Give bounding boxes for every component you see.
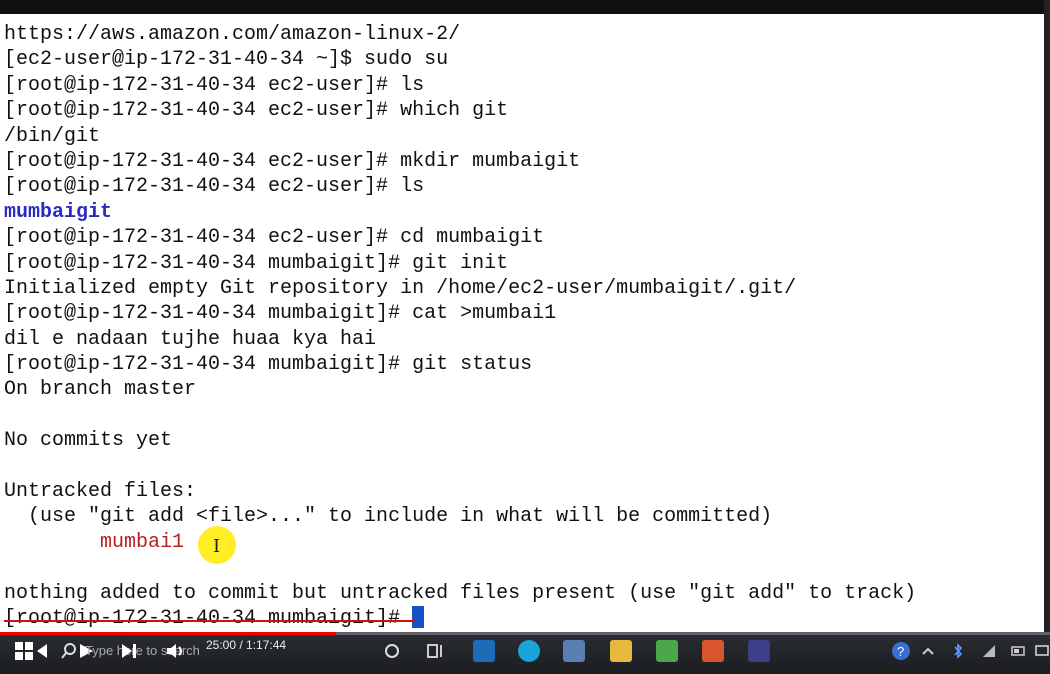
- task-view-icon[interactable]: [424, 632, 446, 670]
- line-text: (use "git add <file>..." to include in w…: [4, 505, 773, 529]
- terminal-line: nothing added to commit but untracked fi…: [4, 581, 916, 606]
- terminal-line: (use "git add <file>..." to include in w…: [4, 504, 916, 529]
- terminal-output: https://aws.amazon.com/amazon-linux-2/[e…: [4, 22, 916, 631]
- line-text: On branch master: [4, 378, 197, 402]
- help-icon[interactable]: ?: [888, 632, 914, 670]
- red-strike-annotation: [4, 620, 416, 622]
- wifi-icon[interactable]: [980, 632, 998, 670]
- untracked-file: mumbai1: [4, 530, 185, 554]
- chevron-up-icon[interactable]: [920, 632, 936, 670]
- line-text: No commits yet: [4, 429, 173, 453]
- bluetooth-icon[interactable]: [950, 632, 966, 670]
- line-text: /bin/git: [4, 124, 101, 148]
- terminal-line: [root@ip-172-31-40-34 mumbaigit]# git in…: [4, 251, 916, 276]
- line-text: [root@ip-172-31-40-34 mumbaigit]# cat >m…: [4, 302, 557, 326]
- app2-icon[interactable]: [562, 632, 586, 670]
- terminal-window[interactable]: https://aws.amazon.com/amazon-linux-2/[e…: [0, 0, 1050, 632]
- line-text: Initialized empty Git repository in /hom…: [4, 276, 797, 300]
- svg-text:?: ?: [897, 644, 904, 659]
- terminal-line: [root@ip-172-31-40-34 ec2-user]# ls: [4, 174, 916, 199]
- line-text: [root@ip-172-31-40-34 ec2-user]# which g…: [4, 99, 509, 123]
- terminal-top-bar: [0, 0, 1050, 14]
- battery-icon[interactable]: [1010, 632, 1028, 670]
- terminal-cursor: [412, 605, 425, 628]
- line-text: [root@ip-172-31-40-34 mumbaigit]# git in…: [4, 251, 509, 275]
- line-text: Untracked files:: [4, 480, 197, 504]
- terminal-line: /bin/git: [4, 124, 916, 149]
- terminal-line: dil e nadaan tujhe huaa kya hai: [4, 327, 916, 352]
- line-text: [ec2-user@ip-172-31-40-34 ~]$ sudo su: [4, 48, 449, 72]
- terminal-line: mumbaigit: [4, 200, 916, 225]
- line-text: dil e nadaan tujhe huaa kya hai: [4, 327, 377, 351]
- line-text: [root@ip-172-31-40-34 ec2-user]# ls: [4, 73, 425, 97]
- next-icon[interactable]: [118, 632, 140, 670]
- text-cursor-icon: I: [213, 536, 221, 557]
- network-app-icon[interactable]: [746, 632, 772, 670]
- prompt-line[interactable]: [root@ip-172-31-40-34 mumbaigit]#: [4, 605, 916, 631]
- edge-icon[interactable]: [516, 632, 542, 670]
- red-app-icon[interactable]: [700, 632, 726, 670]
- volume-icon[interactable]: [164, 632, 188, 670]
- window-edge: [1044, 0, 1050, 632]
- terminal-line: [ec2-user@ip-172-31-40-34 ~]$ sudo su: [4, 47, 916, 72]
- terminal-line: [root@ip-172-31-40-34 ec2-user]# cd mumb…: [4, 225, 916, 250]
- terminal-line: On branch master: [4, 377, 916, 402]
- terminal-line: [root@ip-172-31-40-34 ec2-user]# mkdir m…: [4, 149, 916, 174]
- terminal-line: Initialized empty Git repository in /hom…: [4, 276, 916, 301]
- line-text: [root@ip-172-31-40-34 mumbaigit]# git st…: [4, 353, 533, 377]
- prompt-text: [root@ip-172-31-40-34 mumbaigit]#: [4, 606, 413, 630]
- terminal-line: Untracked files:: [4, 479, 916, 504]
- terminal-line: No commits yet: [4, 428, 916, 453]
- terminal-line: https://aws.amazon.com/amazon-linux-2/: [4, 22, 916, 47]
- line-text: [root@ip-172-31-40-34 ec2-user]# ls: [4, 175, 425, 199]
- line-text: https://aws.amazon.com/amazon-linux-2/: [4, 23, 461, 46]
- file-explorer-icon[interactable]: [608, 632, 634, 670]
- cortana-icon[interactable]: [382, 632, 402, 670]
- directory-name: mumbaigit: [4, 200, 113, 224]
- line-text: nothing added to commit but untracked fi…: [4, 581, 917, 605]
- terminal-line: mumbai1: [4, 530, 916, 555]
- line-text: [root@ip-172-31-40-34 ec2-user]# cd mumb…: [4, 226, 545, 250]
- green-app-icon[interactable]: [654, 632, 680, 670]
- video-time: 25:00 / 1:17:44: [206, 638, 287, 652]
- prev-icon[interactable]: [32, 632, 52, 670]
- screen-icon[interactable]: [1034, 632, 1050, 670]
- terminal-line: [root@ip-172-31-40-34 ec2-user]# which g…: [4, 98, 916, 123]
- app-icon[interactable]: [472, 632, 496, 670]
- line-text: [root@ip-172-31-40-34 ec2-user]# mkdir m…: [4, 149, 581, 173]
- terminal-line: [root@ip-172-31-40-34 mumbaigit]# cat >m…: [4, 301, 916, 326]
- terminal-line: [root@ip-172-31-40-34 ec2-user]# ls: [4, 73, 916, 98]
- terminal-line: [root@ip-172-31-40-34 mumbaigit]# git st…: [4, 352, 916, 377]
